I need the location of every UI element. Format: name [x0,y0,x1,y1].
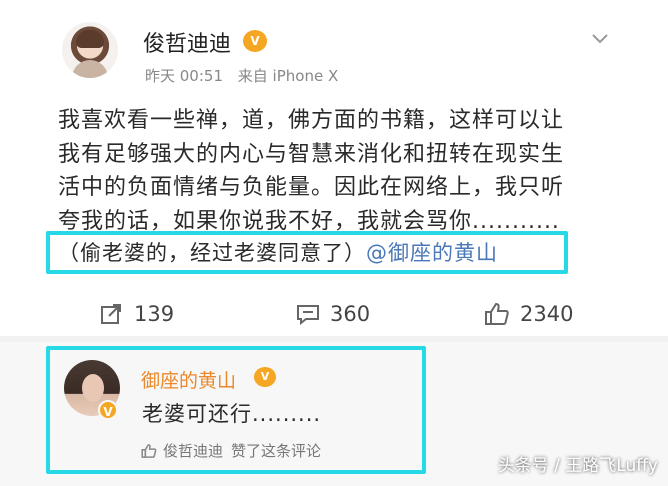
thumbs-up-icon [485,302,509,325]
comment-like-note: 俊哲迪迪 赞了这条评论 [141,440,321,461]
avatar-hair [76,30,104,48]
post-time: 昨天 00:51 [145,67,223,85]
post-body: 我喜欢看一些禅，道，佛方面的书籍，这样可以让 我有足够强大的内心与智慧来消化和扭… [58,104,638,238]
post-source: 来自 iPhone X [237,67,339,85]
repost-count: 139 [134,302,175,326]
mention-link[interactable]: @御座的黄山 [366,241,498,265]
avatar-face [82,374,104,402]
vip-badge-icon: V [243,30,267,52]
comment-count: 360 [330,302,371,326]
post-meta: 昨天 00:51 来自 iPhone X [145,65,348,86]
verified-badge-icon: V [98,400,118,420]
post-line: 我有足够强大的内心与智慧来消化和扭转在现实生 [58,141,565,167]
highlighted-line: （偷老婆的，经过老婆同意了）@御座的黄山 [58,237,498,267]
comment-text: 老婆可还行......... [142,402,322,426]
post-actions: 139 360 2340 [0,296,668,336]
post-author-name[interactable]: 俊哲迪迪 [143,26,231,58]
like-button[interactable]: 2340 [484,302,573,326]
like-note-text: 赞了这条评论 [231,442,322,460]
post-line: 我喜欢看一些禅，道，佛方面的书籍，这样可以让 [58,108,565,133]
post-line: 活中的负面情绪与负能量。因此在网络上，我只听 [58,175,565,200]
repost-icon [101,304,121,324]
vip-badge-icon: V [254,367,276,387]
comment-author-name[interactable]: 御座的黄山 [141,366,236,393]
liker-name[interactable]: 俊哲迪迪 [163,440,223,461]
post-author-avatar[interactable] [62,22,118,78]
highlight-text: （偷老婆的，经过老婆同意了） [58,241,366,265]
like-count: 2340 [520,302,574,326]
chevron-down-icon[interactable] [590,28,610,48]
avatar-body [72,60,108,78]
comment-icon [297,305,319,325]
watermark: 头条号 / 王路飞Luffy [497,456,658,476]
repost-button[interactable]: 139 [100,302,174,326]
thumbs-up-icon [141,443,157,458]
comment-button[interactable]: 360 [296,302,370,326]
weibo-post: 俊哲迪迪 V 昨天 00:51 来自 iPhone X 我喜欢看一些禅，道，佛方… [0,0,668,340]
